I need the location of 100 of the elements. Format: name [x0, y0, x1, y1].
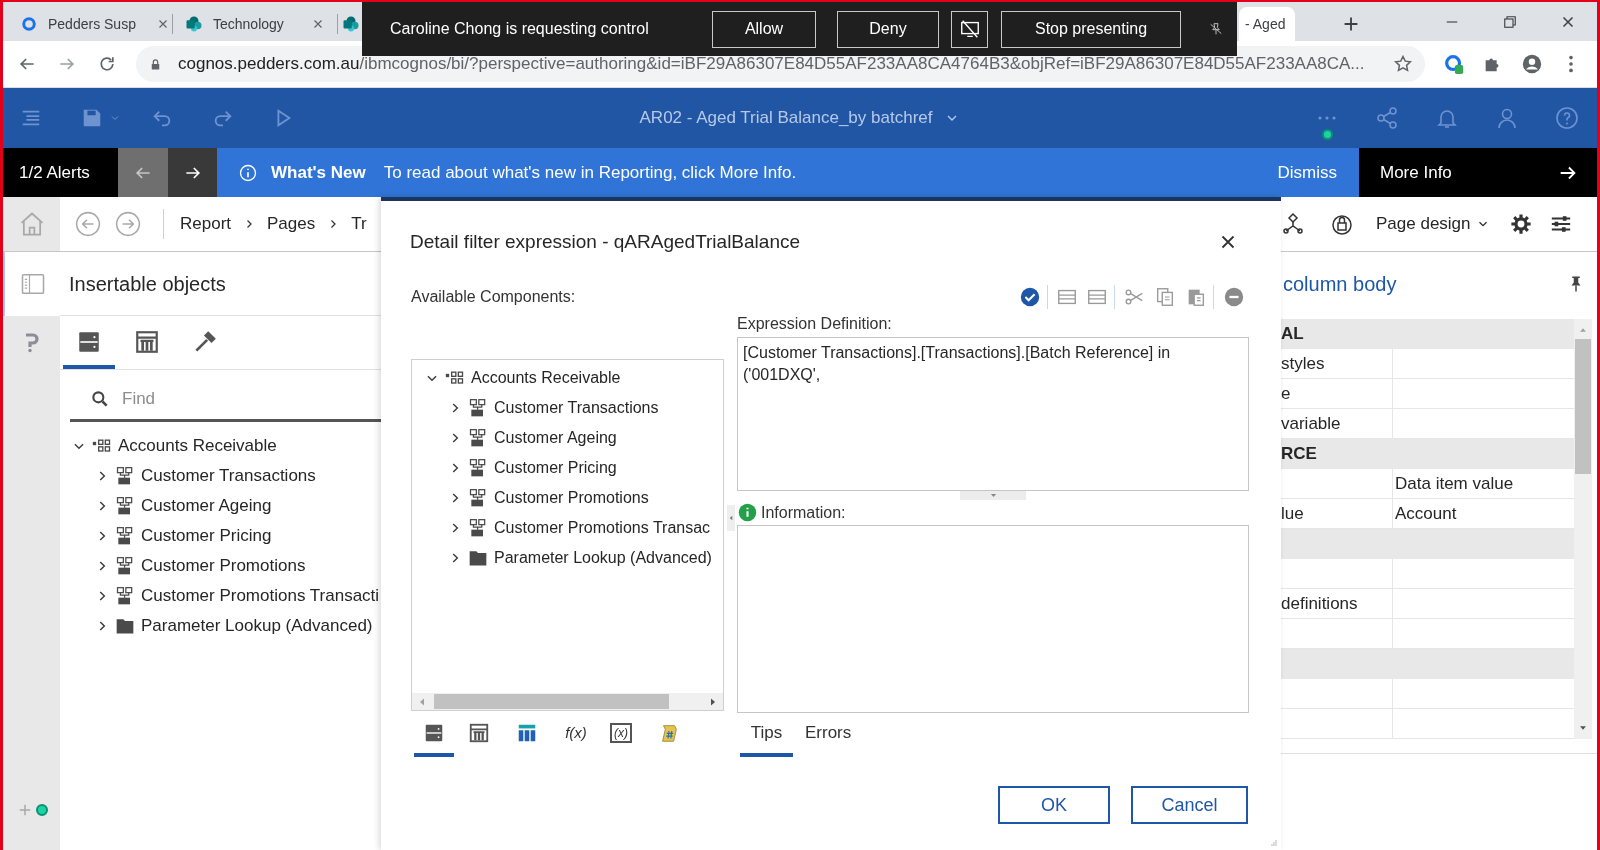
alert-counter: 1/2 Alerts [3, 148, 118, 197]
tree-item[interactable]: Customer Promotions Transac [494, 516, 711, 540]
browser-tab[interactable]: - Aged [1239, 7, 1295, 41]
presenting-button[interactable]: Deny [837, 10, 939, 48]
search-icon [90, 388, 110, 409]
sliders-icon[interactable] [1550, 213, 1572, 235]
scrollbar-thumb[interactable] [1575, 339, 1591, 474]
unpin-icon[interactable] [1208, 21, 1224, 37]
page-design-dropdown[interactable]: Page design [1376, 211, 1490, 237]
reload-icon[interactable] [97, 54, 117, 74]
tree-item[interactable]: Customer Promotions [494, 486, 649, 510]
data-source-icon [76, 329, 102, 355]
hierarchy-icon [468, 398, 488, 418]
circles-icon [185, 15, 203, 33]
hierarchy-icon [468, 518, 488, 538]
screen-slash-icon [958, 18, 981, 40]
scrollbar-thumb[interactable] [434, 694, 669, 709]
share-icon[interactable] [1375, 106, 1399, 130]
check-icon[interactable] [1019, 286, 1041, 308]
info-tab[interactable]: Tips [740, 713, 793, 757]
tree-item[interactable]: Customer Ageing [494, 426, 617, 450]
field-label: Expression Definition: [737, 314, 892, 334]
forward-icon[interactable] [115, 211, 141, 237]
dialog-title: Detail filter expression - qARAgedTrialBalance [410, 229, 801, 254]
tree-item[interactable]: Customer Pricing [141, 523, 272, 549]
alert-heading: What's New [271, 161, 366, 184]
hierarchy-icon [468, 488, 488, 508]
tree-item[interactable]: Customer Ageing [141, 493, 272, 519]
hierarchy-icon [115, 556, 135, 576]
vertical-scrollbar[interactable] [1574, 319, 1592, 739]
tree-item[interactable]: Customer Promotions [141, 553, 306, 579]
ring-badge-icon[interactable] [1442, 53, 1465, 75]
hierarchy-icon [115, 586, 135, 606]
request-message: Caroline Chong is requesting control [390, 19, 650, 39]
hierarchy-icon [115, 526, 135, 546]
property-value[interactable]: Data item value [1395, 470, 1514, 497]
tree-item[interactable]: Customer Pricing [494, 456, 617, 480]
hierarchy-icon [115, 466, 135, 486]
more-info-button[interactable]: More Info [1359, 148, 1597, 197]
circles-icon [342, 15, 360, 33]
table-icon [468, 722, 490, 744]
stop-presenting-button[interactable]: Stop presenting [1001, 10, 1181, 48]
hierarchy-icon [115, 496, 135, 516]
settings-icon[interactable] [1510, 213, 1532, 235]
tree-item[interactable]: Customer Transactions [141, 463, 316, 489]
star-icon[interactable] [1393, 54, 1413, 74]
ring-icon [20, 15, 38, 33]
url-host: cognos.pedders.com.au [178, 53, 360, 76]
collapse-handle[interactable] [726, 505, 735, 531]
section-header[interactable]: RCE [1281, 439, 1574, 469]
dialog-button[interactable]: OK [998, 786, 1110, 824]
presenting-button[interactable]: Allow [712, 10, 816, 48]
property-name: e [1281, 382, 1291, 405]
columns-icon [516, 722, 538, 744]
info-icon [738, 503, 757, 522]
stop-share-button[interactable] [951, 10, 988, 48]
section-header[interactable]: AL [1281, 319, 1574, 349]
tree-item[interactable]: Customer Promotions Transacti [141, 583, 380, 609]
property-name: definitions [1281, 592, 1358, 615]
info-tab[interactable]: Errors [798, 713, 859, 757]
save-icon[interactable] [81, 107, 103, 129]
breadcrumb-link[interactable]: Pages [267, 211, 316, 237]
splitter-handle[interactable] [960, 491, 1026, 500]
triangle-down-icon [988, 491, 998, 500]
rows-icon [423, 722, 445, 744]
hierarchy-icon [468, 458, 488, 478]
search-field[interactable]: Find [122, 385, 381, 412]
property-name: styles [1281, 352, 1325, 375]
hierarchy-icon [468, 428, 488, 448]
folder-icon [115, 616, 135, 636]
next-alert-button[interactable] [168, 148, 217, 197]
copy-icon[interactable] [1154, 286, 1176, 308]
user-icon[interactable] [1495, 106, 1519, 130]
component-tab[interactable]: (x) [601, 713, 641, 757]
tree-item[interactable]: Customer Transactions [494, 396, 659, 420]
property-name: variable [1281, 412, 1341, 435]
property-name: lue [1281, 502, 1304, 525]
profile-icon[interactable] [1520, 53, 1543, 75]
expression-field[interactable]: [Customer Transactions].[Transactions].[Batch Reference] in ('001DXQ', [737, 337, 1249, 491]
folder-icon [468, 548, 488, 568]
info-icon [238, 162, 258, 183]
help-icon[interactable] [1555, 106, 1579, 130]
panel-title: Insertable objects [69, 271, 226, 297]
scissors-icon[interactable] [1123, 286, 1145, 308]
nodes-icon[interactable] [1281, 212, 1305, 236]
property-value[interactable]: Account [1395, 500, 1457, 527]
tree-item[interactable]: Accounts Receivable [118, 433, 277, 459]
report-title[interactable]: AR02 - Aged Trial Balance_by batchref [639, 105, 933, 131]
component-tab[interactable]: f(x) [556, 713, 596, 757]
tree-item[interactable]: Parameter Lookup (Advanced) [141, 613, 373, 639]
breadcrumb-link[interactable]: Tr [351, 211, 367, 237]
tree-item[interactable]: Parameter Lookup (Advanced) [494, 546, 712, 570]
properties-title: column body [1283, 272, 1397, 297]
lock-icon[interactable] [1330, 212, 1354, 236]
breadcrumb-link[interactable]: Report [180, 211, 232, 237]
dismiss-button[interactable]: Dismiss [1277, 159, 1337, 186]
dialog-button[interactable]: Cancel [1131, 786, 1248, 824]
horizontal-scrollbar[interactable] [412, 693, 723, 710]
minus-icon[interactable] [1223, 286, 1245, 308]
tree-item[interactable]: Accounts Receivable [471, 366, 621, 390]
